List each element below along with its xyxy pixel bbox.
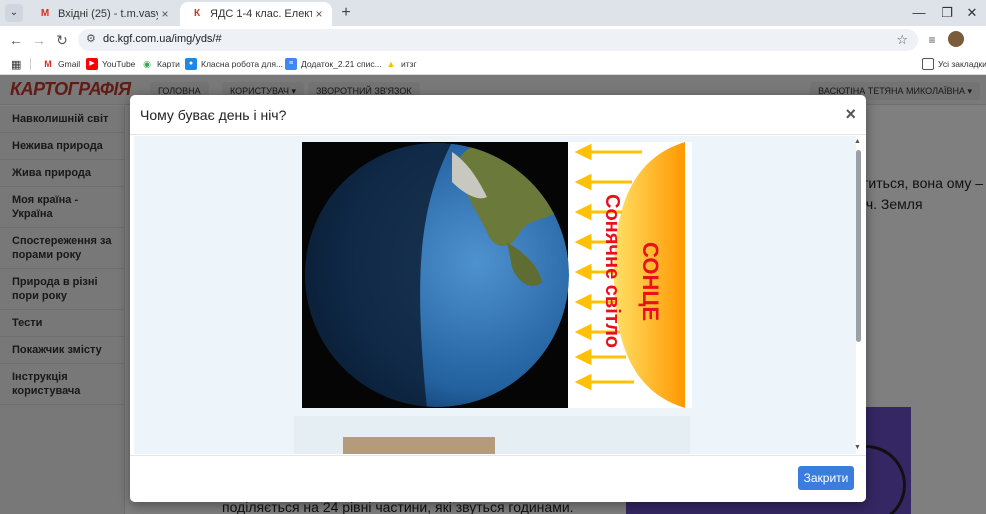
bookmarks-divider — [30, 58, 31, 70]
tab-label: ЯДС 1-4 клас. Електронний н — [210, 8, 312, 20]
gmail-icon: M — [40, 8, 50, 19]
modal-body: СОНЦЕ Сонячне світло ▲ ▼ — [130, 136, 866, 454]
modal-dialog: Чому буває день і ніч? × СОНЦЕ Сонячне с… — [130, 95, 866, 502]
site-info-icon[interactable]: ⚙ — [86, 32, 96, 45]
sunlight-label: Сонячне світло — [601, 194, 623, 348]
bookmark-maps[interactable]: ◉ Карти — [141, 56, 180, 72]
youtube-icon: ▶ — [86, 58, 98, 70]
modal-title: Чому буває день і ніч? — [140, 107, 287, 123]
classroom-icon: ● — [185, 58, 197, 70]
maps-icon: ◉ — [143, 59, 151, 69]
tab-label: Вхідні (25) - t.m.vasyutina@np — [58, 8, 158, 20]
bookmark-drive[interactable]: ▲ итзг — [385, 56, 417, 72]
new-tab-button[interactable]: + — [336, 3, 356, 23]
address-bar[interactable]: ⚙ dc.kgf.com.ua/img/yds/# ☆ — [78, 29, 918, 51]
bookmark-classroom[interactable]: ● Класна робота для... — [185, 56, 283, 72]
modal-close-icon[interactable]: × — [845, 104, 856, 124]
bookmark-label: Усі закладки — [938, 59, 986, 69]
bookmark-gmail[interactable]: M Gmail — [42, 56, 80, 72]
bookmark-star-icon[interactable]: ☆ — [896, 32, 908, 48]
next-image-thumbnail — [343, 437, 495, 454]
bookmark-label: Карти — [157, 59, 180, 69]
minimize-icon[interactable]: — — [909, 3, 929, 23]
forward-icon[interactable]: → — [29, 30, 49, 50]
day-night-svg: СОНЦЕ Сонячне світло — [302, 142, 685, 408]
browser-toolbar: ← → ↻ ⚙ dc.kgf.com.ua/img/yds/# ☆ ≡ — [0, 26, 986, 53]
bookmark-label: Додаток_2.21 спис... — [301, 59, 382, 69]
drive-icon: ▲ — [386, 59, 396, 69]
folder-icon — [922, 58, 934, 70]
modal-scrollbar[interactable]: ▲ ▼ — [852, 136, 864, 454]
bookmark-label: итзг — [401, 59, 417, 69]
modal-footer: Закрити — [130, 455, 866, 502]
back-icon[interactable]: ← — [6, 30, 26, 50]
window-close-icon[interactable]: ✕ — [962, 3, 982, 23]
all-bookmarks[interactable]: Усі закладки — [922, 56, 986, 72]
scroll-down-icon[interactable]: ▼ — [854, 444, 861, 451]
apps-grid-icon[interactable]: ▦ — [11, 56, 21, 72]
reload-icon[interactable]: ↻ — [52, 30, 72, 50]
modal-header: Чому буває день і ніч? × — [130, 95, 866, 135]
bookmark-label: Gmail — [58, 59, 81, 69]
close-icon[interactable]: × — [158, 7, 172, 21]
profile-avatar[interactable] — [948, 31, 964, 47]
bookmark-label: Класна робота для... — [201, 59, 284, 69]
tab-search-icon[interactable]: ⌄ — [5, 4, 23, 22]
sun-label: СОНЦЕ — [638, 242, 663, 321]
gmail-icon: M — [44, 59, 52, 69]
docs-icon: ≡ — [285, 58, 297, 70]
bookmark-label: YouTube — [102, 59, 136, 69]
bookmarks-bar: ▦ M Gmail ▶ YouTube ◉ Карти ● Класна роб… — [0, 53, 986, 75]
tab-gmail[interactable]: M Вхідні (25) - t.m.vasyutina@np × — [28, 2, 178, 26]
modal-content: СОНЦЕ Сонячне світло — [134, 136, 856, 454]
browser-tab-strip: ⌄ M Вхідні (25) - t.m.vasyutina@np × К Я… — [0, 0, 986, 26]
close-button[interactable]: Закрити — [798, 466, 854, 490]
url-text: dc.kgf.com.ua/img/yds/# — [103, 33, 222, 45]
tab-kgf[interactable]: К ЯДС 1-4 клас. Електронний н × — [180, 2, 332, 26]
kgf-icon: К — [193, 8, 201, 19]
restore-icon[interactable]: ❐ — [937, 3, 957, 23]
day-night-illustration: СОНЦЕ Сонячне світло — [302, 142, 692, 408]
bookmark-docs[interactable]: ≡ Додаток_2.21 спис... — [285, 56, 382, 72]
media-icon[interactable]: ≡ — [922, 30, 942, 50]
scroll-up-icon[interactable]: ▲ — [854, 138, 861, 145]
scrollbar-thumb[interactable] — [856, 150, 861, 342]
close-icon[interactable]: × — [312, 7, 326, 21]
bookmark-youtube[interactable]: ▶ YouTube — [86, 56, 135, 72]
